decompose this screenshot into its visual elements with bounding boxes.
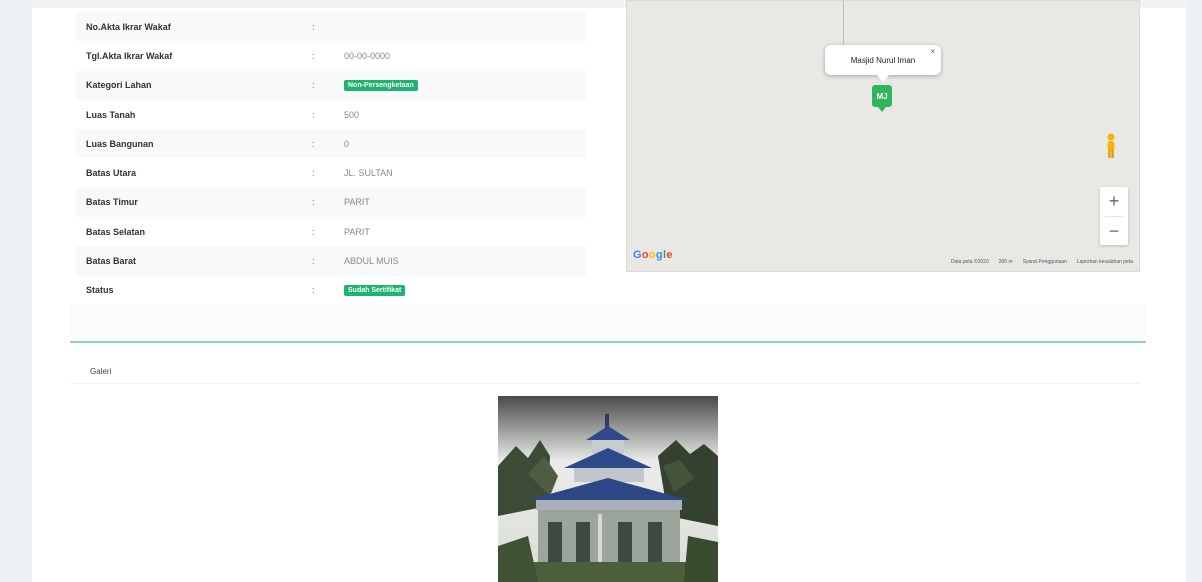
detail-separator: : <box>312 21 315 32</box>
map-info-window: Masjid Nurul Iman × <box>825 45 941 82</box>
detail-value-cell: 00-00-0000 <box>344 41 586 70</box>
detail-label: Batas Utara <box>86 168 137 179</box>
map-view[interactable]: Masjid Nurul Iman × MJ + − Google Data p… <box>626 0 1140 272</box>
detail-value: 0 <box>344 138 350 149</box>
google-logo-letter: o <box>648 249 656 261</box>
zoom-out-button[interactable]: − <box>1100 217 1128 246</box>
pegman-icon[interactable] <box>1100 131 1122 161</box>
google-logo-letter: o <box>641 249 649 261</box>
detail-value: 00-00-0000 <box>344 50 391 61</box>
detail-separator: : <box>312 138 315 149</box>
zoom-controls: + − <box>1100 187 1128 245</box>
detail-separator: : <box>312 285 315 296</box>
detail-row: Batas Utara: JL. SULTAN <box>76 158 586 187</box>
detail-label: Batas Timur <box>86 197 138 208</box>
detail-row: Batas Timur: PARIT <box>76 187 586 218</box>
detail-separator: : <box>312 50 315 61</box>
google-logo-letter: G <box>633 249 642 261</box>
detail-label: Batas Selatan <box>86 226 146 237</box>
gallery-header: Galeri <box>70 360 1140 384</box>
detail-label: Kategori Lahan <box>86 80 152 91</box>
detail-value: 500 <box>344 109 360 120</box>
zoom-in-button[interactable]: + <box>1100 187 1128 216</box>
detail-table: No.Akta Ikrar Wakaf: Tgl.Akta Ikrar Wakaf… <box>76 12 586 305</box>
attribution-report[interactable]: Laporkan kesalahan peta <box>1077 259 1133 265</box>
attribution-terms[interactable]: Syarat Penggunaan <box>1023 259 1067 265</box>
detail-value-cell: 0 <box>344 129 586 158</box>
detail-value-cell: PARIT <box>344 217 586 246</box>
detail-value: PARIT <box>344 197 370 208</box>
detail-label: No.Akta Ikrar Wakaf <box>86 21 171 32</box>
section-footer <box>70 304 1146 340</box>
detail-value-cell: Non-Persengketaan <box>344 71 586 100</box>
detail-label: Tgl.Akta Ikrar Wakaf <box>86 50 173 61</box>
map-marker-icon[interactable]: MJ <box>872 85 892 112</box>
detail-label: Luas Bangunan <box>86 138 154 149</box>
detail-value-cell: Sudah Sertifikat <box>344 276 586 305</box>
pegman-figure <box>1107 133 1115 158</box>
map-attribution: Data peta ©2020 200 m Syarat Penggunaan … <box>951 259 1133 265</box>
mosque-photo-image <box>498 396 718 582</box>
detail-label: Luas Tanah <box>86 109 136 120</box>
detail-value: ABDUL MUIS <box>344 256 399 267</box>
detail-value-cell <box>344 12 586 41</box>
status-badge: Sudah Sertifikat <box>344 285 406 297</box>
detail-separator: : <box>312 168 315 179</box>
detail-value: PARIT <box>344 226 370 237</box>
detail-label: Status <box>86 285 114 296</box>
detail-row: Luas Tanah: 500 <box>76 100 586 129</box>
map-marker-label: MJ <box>876 91 888 101</box>
detail-value-cell: JL. SULTAN <box>344 158 586 187</box>
detail-table-body: No.Akta Ikrar Wakaf: Tgl.Akta Ikrar Wakaf… <box>76 12 586 305</box>
map-road <box>843 1 844 45</box>
detail-separator: : <box>312 80 315 91</box>
google-logo: Google <box>633 249 673 261</box>
google-logo-letter: e <box>666 249 673 261</box>
detail-separator: : <box>312 109 315 120</box>
detail-row: Luas Bangunan: 0 <box>76 129 586 159</box>
detail-row: Kategori Lahan: Non-Persengketaan <box>76 70 586 100</box>
detail-value-cell: 500 <box>344 100 586 129</box>
attribution-data[interactable]: Data peta ©2020 <box>951 259 989 265</box>
detail-separator: : <box>312 256 315 267</box>
detail-separator: : <box>312 226 315 237</box>
page-scrollbar[interactable] <box>1186 0 1202 582</box>
detail-row: Tgl.Akta Ikrar Wakaf: 00-00-0000 <box>76 41 586 70</box>
detail-label: Batas Barat <box>86 256 137 267</box>
detail-value-cell: PARIT <box>344 188 586 217</box>
attribution-scale[interactable]: 200 m <box>999 259 1013 265</box>
detail-value: JL. SULTAN <box>344 168 393 179</box>
info-close-button[interactable]: × <box>930 47 935 56</box>
section-divider <box>70 341 1146 343</box>
detail-row: No.Akta Ikrar Wakaf: <box>76 12 586 42</box>
status-badge: Non-Persengketaan <box>344 80 418 92</box>
detail-row: Status: Sudah Sertifikat <box>76 276 586 305</box>
detail-value-cell: ABDUL MUIS <box>344 246 586 275</box>
detail-separator: : <box>312 197 315 208</box>
map-info-text: Masjid Nurul Iman <box>850 55 916 65</box>
detail-row: Batas Barat: ABDUL MUIS <box>76 246 586 276</box>
gallery-photo-mosque[interactable] <box>498 396 718 582</box>
google-logo-letter: g <box>655 249 663 261</box>
detail-row: Batas Selatan: PARIT <box>76 217 586 246</box>
